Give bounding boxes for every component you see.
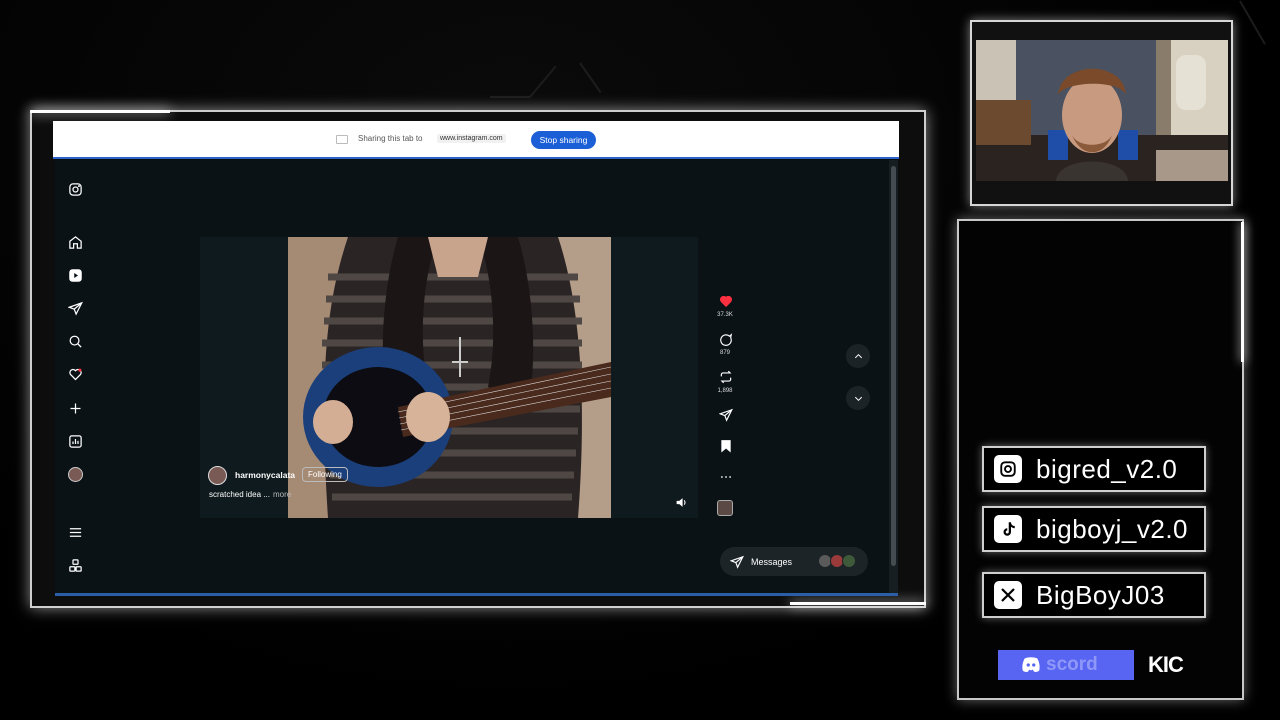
discord-logo: scord (998, 650, 1134, 680)
tiktok-icon (994, 515, 1022, 543)
author-avatar[interactable] (208, 466, 227, 485)
tab-share-icon (336, 135, 348, 144)
like-count: 37.3K (717, 312, 733, 318)
tab-sharing-bar: Sharing this tab to www.instagram.com St… (53, 121, 899, 159)
more-options-icon[interactable] (717, 468, 734, 485)
comment-count: 879 (719, 350, 730, 356)
share-icon[interactable] (717, 406, 734, 423)
social-x: BigBoyJ03 (982, 572, 1206, 618)
more-icon[interactable] (66, 523, 84, 541)
stop-sharing-button[interactable]: Stop sharing (531, 131, 596, 149)
reel-caption: scratched idea ... (209, 490, 270, 499)
frame-glow (30, 110, 170, 113)
create-icon[interactable] (66, 399, 84, 417)
discord-label: scord (1046, 654, 1098, 675)
chevron-down-icon (854, 396, 862, 401)
audio-thumbnail[interactable] (717, 500, 733, 516)
like-icon[interactable] (717, 292, 734, 309)
volume-icon[interactable] (675, 495, 688, 507)
caption-more-link[interactable]: more (273, 490, 291, 499)
decor-line (1239, 0, 1266, 45)
streamer-camera-image (976, 40, 1228, 181)
profile-icon[interactable] (66, 465, 84, 483)
author-username[interactable]: harmonycalata (235, 470, 295, 480)
repost-count: 1,898 (717, 388, 733, 394)
repost-icon[interactable] (717, 368, 734, 385)
instagram-icon[interactable] (66, 180, 84, 198)
webcam-feed (976, 40, 1228, 181)
messages-label: Messages (751, 557, 793, 567)
x-icon (994, 581, 1022, 609)
instagram-icon (994, 455, 1022, 483)
stream-overlay: Sharing this tab to www.instagram.com St… (0, 0, 1280, 720)
comment-icon[interactable] (717, 331, 734, 348)
save-icon[interactable] (717, 437, 734, 454)
instagram-handle: bigred_v2.0 (1036, 453, 1178, 484)
scrollbar-thumb[interactable] (891, 166, 896, 566)
home-icon[interactable] (66, 233, 84, 251)
messages-icon[interactable] (66, 299, 84, 317)
previous-reel-button[interactable] (846, 344, 870, 368)
decor-line (490, 96, 530, 98)
notifications-icon[interactable] (66, 365, 84, 383)
decor-line (529, 65, 557, 98)
dashboard-icon[interactable] (66, 432, 84, 450)
discord-icon (1022, 657, 1040, 673)
frame-glow (790, 602, 926, 605)
sharing-text: Sharing this tab to (358, 134, 423, 143)
next-reel-button[interactable] (846, 386, 870, 410)
direct-message-icon (729, 555, 744, 569)
tiktok-handle: bigboyj_v2.0 (1036, 513, 1188, 544)
following-button[interactable]: Following (302, 467, 348, 482)
x-handle: BigBoyJ03 (1036, 579, 1165, 610)
kick-logo: KIC (1148, 652, 1184, 677)
sharing-url: www.instagram.com (437, 134, 506, 143)
social-instagram: bigred_v2.0 (982, 446, 1206, 492)
social-tiktok: bigboyj_v2.0 (982, 506, 1206, 552)
decor-line (579, 62, 602, 94)
threads-icon[interactable] (66, 556, 84, 574)
panel-glow (1241, 222, 1244, 362)
reels-icon[interactable] (66, 266, 84, 284)
chevron-up-icon (854, 353, 862, 358)
message-avatar (842, 554, 856, 568)
window-bottom-border (55, 593, 898, 596)
search-icon[interactable] (66, 332, 84, 350)
